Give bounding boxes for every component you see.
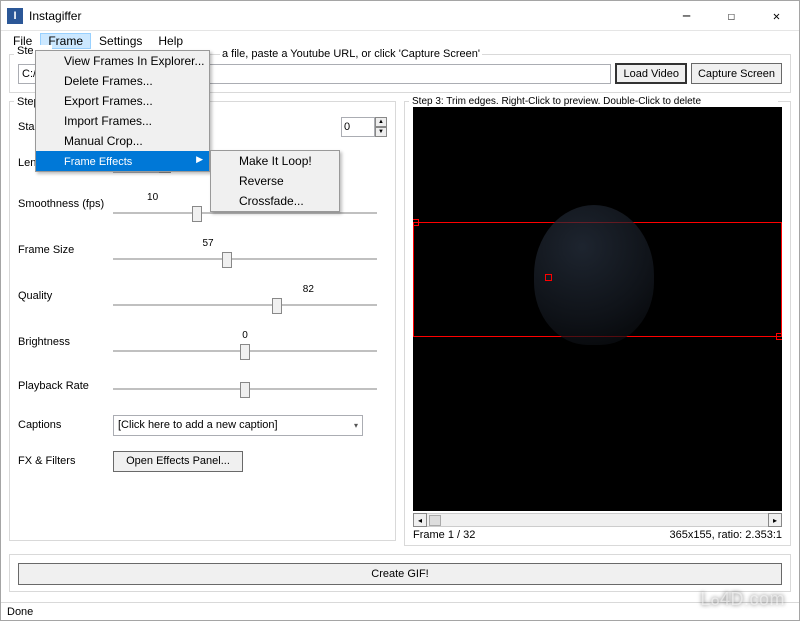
chevron-down-icon: ▾ [354, 421, 358, 430]
frame-scrollbar[interactable]: ◂ ▸ [413, 513, 782, 527]
close-button[interactable]: ✕ [754, 1, 799, 30]
maximize-button[interactable]: ☐ [709, 1, 754, 30]
spin-buttons[interactable]: ▲▼ [375, 117, 387, 137]
status-text: Done [7, 606, 33, 618]
open-effects-button[interactable]: Open Effects Panel... [113, 451, 243, 472]
fx-label: FX & Filters [18, 455, 113, 467]
menu-reverse[interactable]: Reverse [211, 171, 339, 191]
menu-settings[interactable]: Settings [91, 33, 150, 49]
step1-label-tail: a file, paste a Youtube URL, or click 'C… [220, 48, 482, 60]
window-controls: ─ ☐ ✕ [664, 1, 799, 30]
captions-combo[interactable]: [Click here to add a new caption] ▾ [113, 415, 363, 436]
titlebar: I Instagiffer ─ ☐ ✕ [1, 1, 799, 31]
app-icon: I [7, 8, 23, 24]
quality-label: Quality [18, 290, 113, 302]
frame-menu-dropdown: View Frames In Explorer... Delete Frames… [35, 50, 210, 172]
submenu-arrow-icon: ▶ [196, 154, 203, 165]
menu-manual-crop[interactable]: Manual Crop... [36, 131, 209, 151]
preview-info-row: Frame 1 / 32 365x155, ratio: 2.353:1 [413, 529, 782, 541]
statusbar: Done [1, 602, 799, 620]
create-fieldset: Create GIF! [9, 554, 791, 592]
load-video-button[interactable]: Load Video [615, 63, 686, 84]
preview-canvas[interactable] [413, 107, 782, 511]
menu-crossfade[interactable]: Crossfade... [211, 191, 339, 211]
step3-label: Step 3: Trim edges. Right-Click to previ… [409, 96, 778, 107]
captions-value: [Click here to add a new caption] [118, 419, 278, 431]
captions-label: Captions [18, 419, 113, 431]
menu-delete-frames[interactable]: Delete Frames... [36, 71, 209, 91]
scroll-right-button[interactable]: ▸ [768, 513, 782, 527]
minimize-button[interactable]: ─ [664, 1, 709, 30]
framesize-label: Frame Size [18, 244, 113, 256]
frame-effects-submenu: Make It Loop! Reverse Crossfade... [210, 150, 340, 212]
start-sec-stepper[interactable]: 0 ▲▼ [341, 117, 387, 137]
framesize-slider[interactable]: 57 [113, 238, 377, 268]
menu-view-frames[interactable]: View Frames In Explorer... [36, 51, 209, 71]
capture-screen-button[interactable]: Capture Screen [691, 63, 782, 84]
menu-import-frames[interactable]: Import Frames... [36, 111, 209, 131]
playback-slider[interactable] [113, 380, 377, 398]
menu-help[interactable]: Help [150, 33, 191, 49]
crop-handle-se[interactable] [776, 333, 782, 340]
step3-fieldset: Step 3: Trim edges. Right-Click to previ… [404, 101, 791, 546]
frame-counter: Frame 1 / 32 [413, 529, 475, 541]
menu-make-it-loop[interactable]: Make It Loop! [211, 151, 339, 171]
quality-slider[interactable]: 82 [113, 284, 377, 314]
video-frame-content [534, 205, 654, 345]
scroll-thumb[interactable] [429, 515, 441, 526]
menu-frame-effects-label: Frame Effects [64, 156, 132, 168]
menu-export-frames[interactable]: Export Frames... [36, 91, 209, 111]
crop-rectangle[interactable] [413, 222, 782, 337]
smoothness-label: Smoothness (fps) [18, 198, 113, 210]
create-gif-button[interactable]: Create GIF! [18, 563, 782, 585]
menu-frame-effects[interactable]: Frame Effects ▶ [36, 151, 209, 171]
dimensions-info: 365x155, ratio: 2.353:1 [669, 529, 782, 541]
crop-handle-nw[interactable] [413, 219, 419, 226]
scroll-left-button[interactable]: ◂ [413, 513, 427, 527]
window-title: Instagiffer [29, 9, 664, 23]
brightness-slider[interactable]: 0 [113, 330, 377, 360]
brightness-label: Brightness [18, 336, 113, 348]
crop-handle-center[interactable] [545, 274, 552, 281]
scroll-track[interactable] [427, 513, 768, 527]
playback-label: Playback Rate [18, 380, 113, 392]
app-window: I Instagiffer ─ ☐ ✕ File Frame Settings … [0, 0, 800, 621]
